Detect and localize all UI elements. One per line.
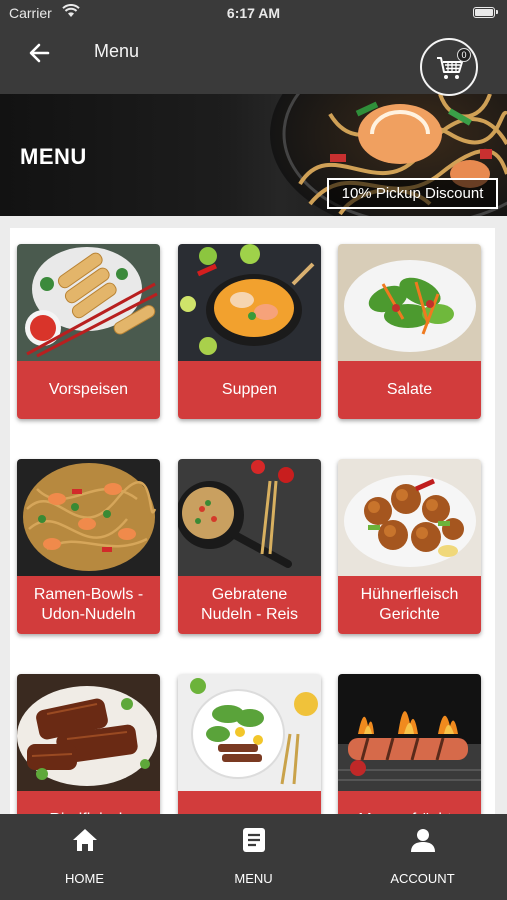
back-arrow-icon: [29, 43, 50, 63]
tab-menu-label: MENU: [234, 871, 273, 886]
wok-photo: [178, 459, 321, 576]
category-label: Hühnerfleisch Gerichte: [338, 576, 481, 634]
tab-bar: HOME MENU ACCOUNT: [0, 814, 507, 900]
category-label: Suppen: [178, 361, 321, 419]
category-card-vorspeisen[interactable]: Vorspeisen: [17, 244, 160, 419]
category-card-salate[interactable]: Salate: [338, 244, 481, 419]
status-bar: Carrier 6:17 AM: [0, 0, 507, 28]
account-icon: [410, 829, 435, 852]
category-label: Gebratene Nudeln - Reis: [178, 576, 321, 634]
discount-badge: 10% Pickup Discount: [327, 178, 498, 209]
tab-menu[interactable]: MENU: [169, 814, 338, 900]
cart-count-badge: 0: [457, 48, 471, 62]
tab-home-label: HOME: [65, 871, 104, 886]
category-label: Vorspeisen: [17, 361, 160, 419]
category-label: Ramen-Bowls - Udon-Nudeln: [17, 576, 160, 634]
status-time: 6:17 AM: [226, 5, 281, 21]
home-icon: [72, 829, 97, 851]
tab-account[interactable]: ACCOUNT: [338, 814, 507, 900]
category-card-ramen-bowls[interactable]: Ramen-Bowls - Udon-Nudeln: [17, 459, 160, 634]
back-button[interactable]: [26, 39, 54, 67]
nav-title: Menu: [94, 41, 140, 61]
category-card-huehnerfleisch[interactable]: Hühnerfleisch Gerichte: [338, 459, 481, 634]
beef-photo: [17, 674, 160, 791]
hero-title: MENU: [20, 144, 87, 169]
nav-bar: Menu 0: [0, 28, 507, 96]
menu-list-icon: [242, 828, 265, 852]
noodles-photo: [17, 459, 160, 576]
cart-button[interactable]: 0: [420, 38, 478, 96]
spring-rolls-photo: [17, 244, 160, 361]
grilled-fish-photo: [338, 674, 481, 791]
battery-icon: [473, 7, 498, 18]
category-grid: Vorspeisen Suppen Salate Ramen-Bowls - U…: [0, 216, 507, 849]
category-label: Salate: [338, 361, 481, 419]
tab-home[interactable]: HOME: [0, 814, 169, 900]
tab-account-label: ACCOUNT: [390, 871, 455, 886]
soup-photo: [178, 244, 321, 361]
chicken-photo: [338, 459, 481, 576]
category-card-suppen[interactable]: Suppen: [178, 244, 321, 419]
category-card-gebratene-nudeln[interactable]: Gebratene Nudeln - Reis: [178, 459, 321, 634]
steak-salad-photo: [178, 674, 321, 791]
salad-photo: [338, 244, 481, 361]
